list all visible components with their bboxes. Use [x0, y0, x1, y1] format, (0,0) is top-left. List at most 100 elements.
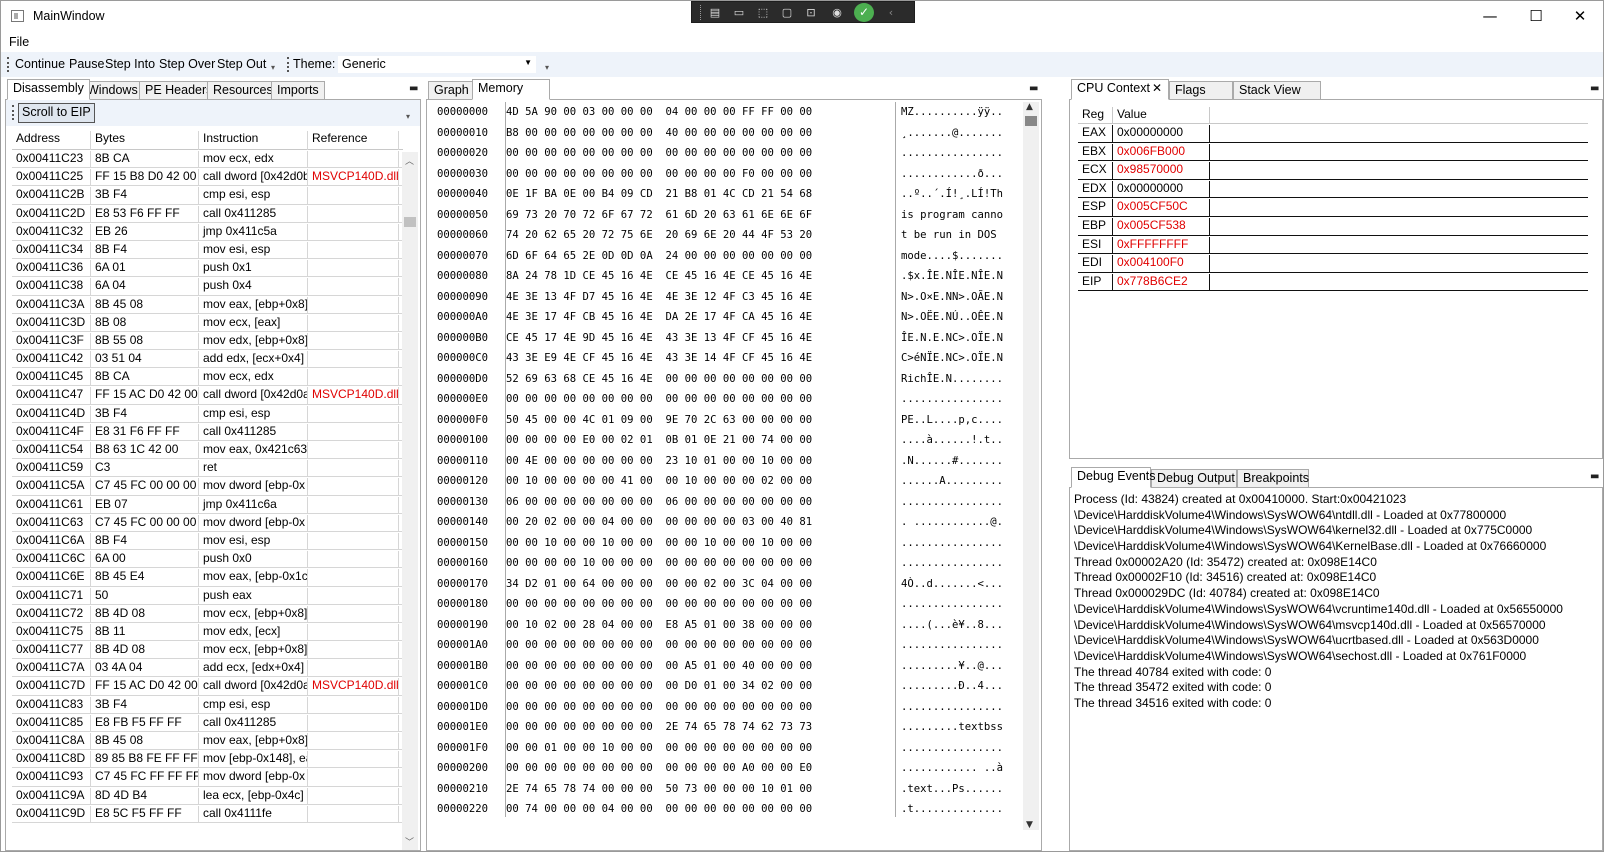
display-layout-icon[interactable]: ▢ — [778, 4, 796, 21]
hex-row[interactable]: 000000D0 52 69 63 68 CE 45 16 4E 00 00 00… — [431, 370, 1021, 391]
check-icon[interactable]: ✓ — [854, 3, 874, 22]
table-row[interactable]: 0x00411C3A 8B 45 08 mov eax, [ebp+0x8] — [12, 296, 403, 314]
hex-row[interactable]: 00000220 00 74 00 00 00 04 00 00 00 00 00… — [431, 800, 1021, 821]
table-row[interactable]: 0x00411C54 B8 63 1C 42 00 mov eax, 0x421c6… — [12, 441, 403, 460]
minimize-button[interactable]: — — [1467, 1, 1513, 32]
register-row[interactable]: ESP 0x005CF50C — [1078, 198, 1588, 217]
table-row[interactable]: 0x00411C75 8B 11 mov edx, [ecx] — [12, 623, 403, 642]
debug-event-item[interactable]: The thread 40784 exited with code: 0 — [1074, 665, 1604, 681]
table-row[interactable]: 0x00411C2B 3B F4 cmp esi, esp — [12, 186, 403, 205]
toolbar-grip[interactable] — [12, 105, 15, 120]
step-over-button[interactable]: Step Over — [159, 57, 215, 71]
table-row[interactable]: 0x00411C8A 8B 45 08 mov eax, [ebp+0x8] — [12, 732, 403, 751]
hex-row[interactable]: 00000050 69 73 20 70 72 6F 67 72 61 6D 20… — [431, 206, 1021, 227]
hex-row[interactable]: 00000010 B8 00 00 00 00 00 00 00 40 00 00… — [431, 124, 1021, 145]
hex-row[interactable]: 00000040 0E 1F BA 0E 00 B4 09 CD 21 B8 01… — [431, 185, 1021, 206]
select-element-icon[interactable]: ⬚ — [754, 4, 772, 21]
column-header-reg[interactable]: Reg — [1078, 107, 1113, 124]
column-header-address[interactable]: Address — [12, 131, 91, 150]
register-row[interactable]: EDI 0x004100F0 — [1078, 254, 1588, 273]
hot-reload-icon[interactable]: ◉ — [828, 4, 846, 21]
hex-row[interactable]: 000001D0 00 00 00 00 00 00 00 00 00 00 00… — [431, 698, 1021, 719]
toolbar-grip[interactable] — [700, 5, 702, 20]
tab-imports[interactable]: Imports — [271, 81, 325, 100]
column-header-reference[interactable]: Reference — [308, 131, 399, 150]
table-row[interactable]: 0x00411C8D 89 85 B8 FE FF FF mov [ebp-0x14… — [12, 750, 403, 769]
hex-row[interactable]: 000001A0 00 00 00 00 00 00 00 00 00 00 00… — [431, 636, 1021, 657]
debug-event-item[interactable]: \Device\HarddiskVolume4\Windows\SysWOW64… — [1074, 539, 1604, 555]
tab-cpu-context[interactable]: CPU Context ✕ — [1071, 79, 1169, 100]
table-row[interactable]: 0x00411C42 03 51 04 add edx, [ecx+0x4] — [12, 350, 403, 369]
scrollbar-thumb[interactable] — [404, 217, 416, 227]
hex-row[interactable]: 000000F0 50 45 00 00 4C 01 09 00 9E 70 2C… — [431, 411, 1021, 432]
maximize-button[interactable]: ☐ — [1513, 1, 1559, 32]
table-row[interactable]: 0x00411C85 E8 FB F5 FF FF call 0x411285 — [12, 714, 403, 732]
collapse-icon[interactable]: ‹ — [882, 4, 900, 21]
table-row[interactable]: 0x00411C3F 8B 55 08 mov edx, [ebp+0x8] — [12, 332, 403, 351]
hex-row[interactable]: 00000060 74 20 62 65 20 72 75 6E 20 69 6E… — [431, 226, 1021, 247]
table-row[interactable]: 0x00411C61 EB 07 jmp 0x411c6a — [12, 496, 403, 514]
tab-graph[interactable]: Graph — [428, 81, 475, 100]
hex-row[interactable]: 00000080 8A 24 78 1D CE 45 16 4E CE 45 16… — [431, 267, 1021, 288]
table-row[interactable]: 0x00411C5A C7 45 FC 00 00 00 0 mov dword [… — [12, 477, 403, 496]
step-into-button[interactable]: Step Into — [105, 57, 155, 71]
table-row[interactable]: 0x00411C34 8B F4 mov esi, esp — [12, 241, 403, 260]
table-row[interactable]: 0x00411C83 3B F4 cmp esi, esp — [12, 696, 403, 714]
table-row[interactable]: 0x00411C6C 6A 00 push 0x0 — [12, 550, 403, 569]
debug-event-item[interactable]: \Device\HarddiskVolume4\Windows\SysWOW64… — [1074, 523, 1604, 539]
hex-row[interactable]: 000000B0 CE 45 17 4E 9D 45 16 4E 43 3E 13… — [431, 329, 1021, 350]
table-row[interactable]: 0x00411C25 FF 15 B8 D0 42 00 call dword [0… — [12, 168, 403, 187]
close-icon[interactable]: ✕ — [1152, 81, 1162, 95]
theme-select[interactable]: Generic ▼ — [337, 55, 537, 74]
tab-debug-events[interactable]: Debug Events — [1071, 467, 1156, 488]
hex-row[interactable]: 000001B0 00 00 00 00 00 00 00 00 00 A5 01… — [431, 657, 1021, 678]
debug-event-item[interactable]: \Device\HarddiskVolume4\Windows\SysWOW64… — [1074, 633, 1604, 649]
hex-row[interactable]: 000001C0 00 00 00 00 00 00 00 00 00 D0 01… — [431, 677, 1021, 698]
debug-event-item[interactable]: \Device\HarddiskVolume4\Windows\SysWOW64… — [1074, 602, 1604, 618]
debug-event-item[interactable]: \Device\HarddiskVolume4\Windows\SysWOW64… — [1074, 618, 1604, 634]
hex-row[interactable]: 00000000 4D 5A 90 00 03 00 00 00 04 00 00… — [431, 103, 1021, 124]
hex-row[interactable]: 00000130 06 00 00 00 00 00 00 00 06 00 00… — [431, 493, 1021, 514]
menu-file[interactable]: File — [9, 35, 29, 49]
register-row[interactable]: EAX 0x00000000 — [1078, 124, 1588, 143]
hex-row[interactable]: 00000170 34 D2 01 00 64 00 00 00 00 00 02… — [431, 575, 1021, 596]
scroll-to-eip-button[interactable]: Scroll to EIP — [18, 103, 95, 123]
register-row[interactable]: EIP 0x778B6CE2 — [1078, 273, 1588, 292]
scrollbar-thumb[interactable] — [1025, 116, 1037, 126]
table-row[interactable]: 0x00411C6A 8B F4 mov esi, esp — [12, 532, 403, 551]
scroll-down-icon[interactable]: ▼ — [1026, 820, 1033, 830]
close-window-button[interactable]: ✕ — [1557, 1, 1603, 32]
register-row[interactable]: EDX 0x00000000 — [1078, 180, 1588, 199]
column-header-value[interactable]: Value — [1113, 107, 1210, 124]
table-row[interactable]: 0x00411C36 6A 01 push 0x1 — [12, 259, 403, 278]
toolbar-grip[interactable] — [7, 57, 10, 72]
debug-event-item[interactable]: Process (Id: 43824) created at 0x0041000… — [1074, 492, 1604, 508]
table-row[interactable]: 0x00411C72 8B 4D 08 mov ecx, [ebp+0x8] — [12, 605, 403, 623]
debug-event-item[interactable]: Thread 0x00002F10 (Id: 34516) created at… — [1074, 570, 1604, 586]
table-row[interactable]: 0x00411C45 8B CA mov ecx, edx — [12, 368, 403, 387]
register-row[interactable]: EBX 0x006FB000 — [1078, 143, 1588, 162]
pane-menu-icon[interactable]: ▬ — [1029, 83, 1038, 94]
table-row[interactable]: 0x00411C6E 8B 45 E4 mov eax, [ebp-0x1c] — [12, 568, 403, 587]
table-row[interactable]: 0x00411C71 50 push eax — [12, 587, 403, 605]
debug-event-item[interactable]: The thread 34516 exited with code: 0 — [1074, 696, 1604, 712]
hex-row[interactable]: 00000110 00 4E 00 00 00 00 00 00 23 10 01… — [431, 452, 1021, 473]
debug-event-item[interactable]: \Device\HarddiskVolume4\Windows\SysWOW64… — [1074, 649, 1604, 665]
pane-menu-icon[interactable]: ▬ — [409, 83, 418, 94]
hex-row[interactable]: 00000020 00 00 00 00 00 00 00 00 00 00 00… — [431, 144, 1021, 165]
hex-row[interactable]: 00000180 00 00 00 00 00 00 00 00 00 00 00… — [431, 595, 1021, 616]
table-row[interactable]: 0x00411C93C7 45 FC FF FF FF FFmov dword … — [12, 768, 403, 787]
table-row[interactable]: 0x00411C9A 8D 4D B4 lea ecx, [ebp-0x4c] — [12, 787, 403, 805]
pane-menu-icon[interactable]: ▬ — [1590, 471, 1599, 482]
hex-row[interactable]: 000000A0 4E 3E 17 4F CB 45 16 4E DA 2E 17… — [431, 308, 1021, 329]
table-row[interactable]: 0x00411C7D FF 15 AC D0 42 00 call dword [0… — [12, 677, 403, 696]
tab-memory[interactable]: Memory — [472, 79, 550, 100]
pane-menu-icon[interactable]: ▬ — [1590, 83, 1599, 94]
hex-row[interactable]: 00000090 4E 3E 13 4F D7 45 16 4E 4E 3E 12… — [431, 288, 1021, 309]
step-out-button[interactable]: Step Out — [217, 57, 266, 71]
table-row[interactable]: 0x00411C59 C3 ret — [12, 459, 403, 478]
column-header-instruction[interactable]: Instruction — [199, 131, 308, 150]
record-icon[interactable]: ▭ — [730, 4, 748, 21]
scroll-down-icon[interactable]: ﹀ — [405, 835, 414, 848]
tab-windows[interactable]: Windows — [81, 81, 144, 100]
